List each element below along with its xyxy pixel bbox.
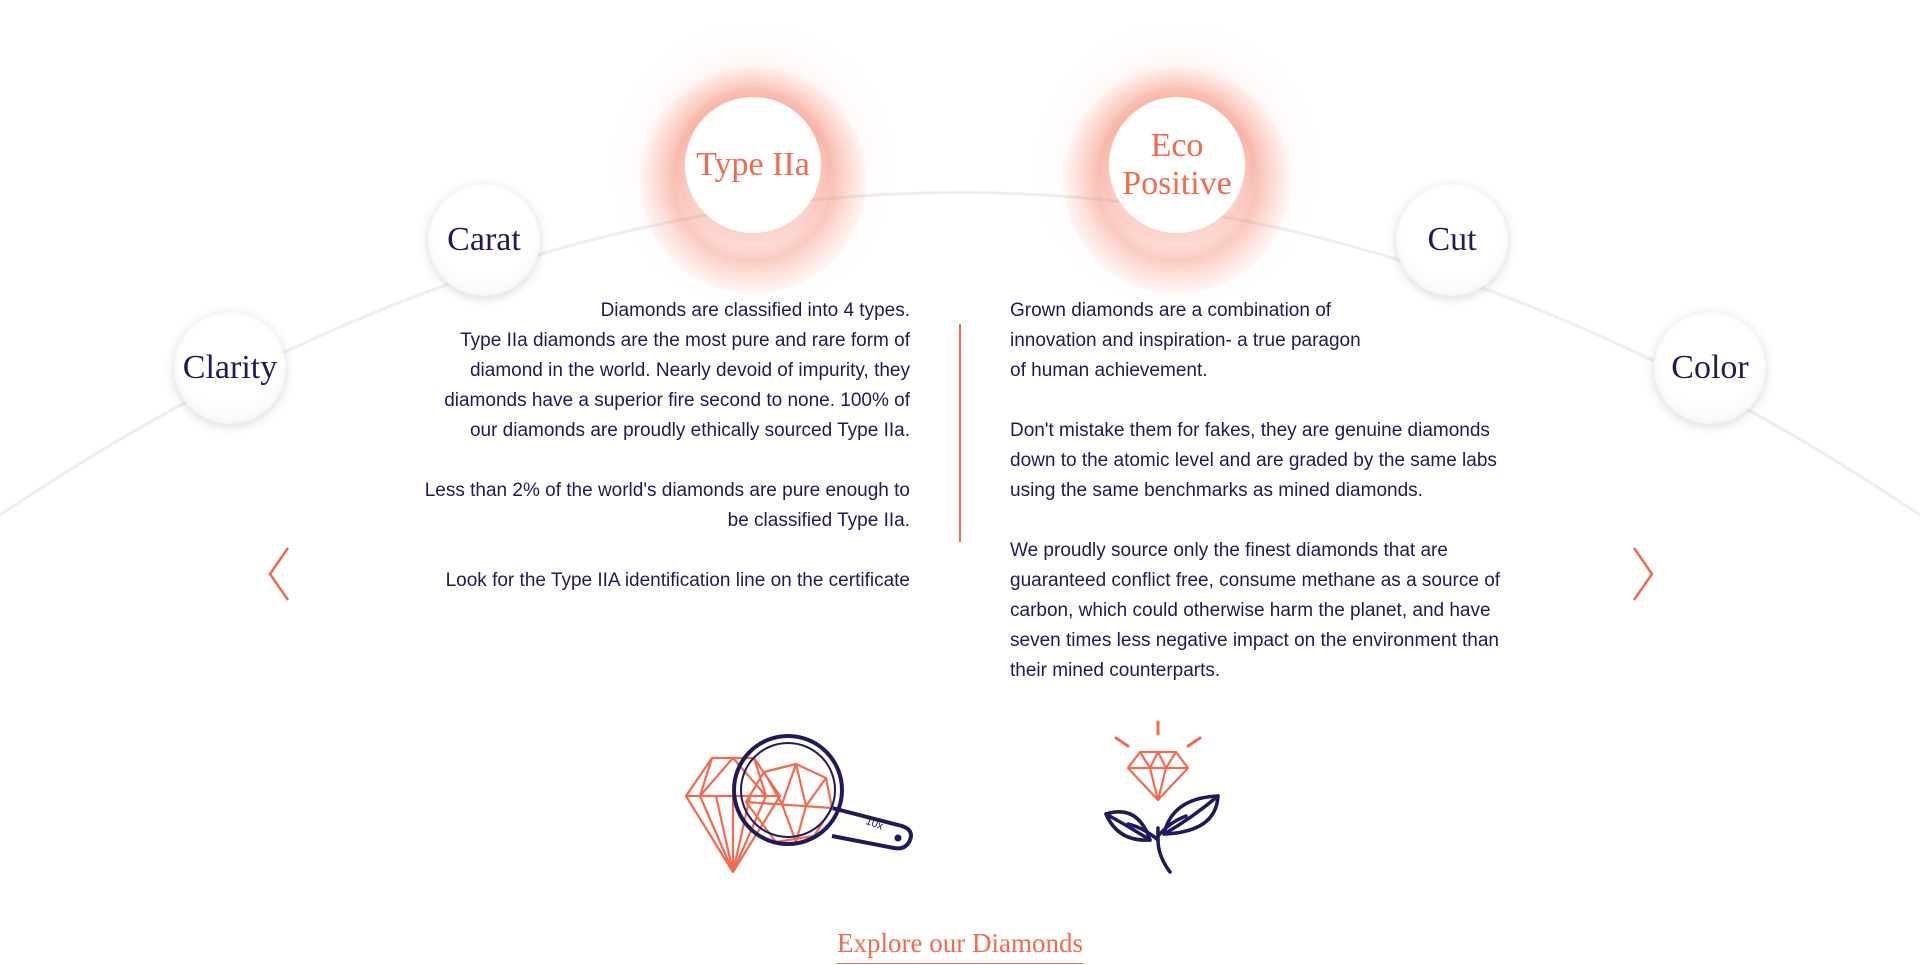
color-circle[interactable]: Color [1654,312,1766,424]
explore-link-container: Explore our Diamonds [0,928,1920,964]
eco-positive-description: Grown diamonds are a combination of inno… [1010,296,1530,716]
chevron-right-icon[interactable] [1620,544,1660,604]
type-iia-circle[interactable]: Type IIa [685,97,821,233]
clarity-circle[interactable]: Clarity [174,312,286,424]
eco-positive-label-line2: Positive [1122,165,1232,202]
type-iia-description: Diamonds are classified into 4 types. Ty… [390,296,910,626]
type-iia-paragraph-3: Look for the Type IIA identification lin… [445,570,910,591]
color-label: Color [1671,349,1749,386]
cut-label: Cut [1427,221,1477,258]
explore-diamonds-link[interactable]: Explore our Diamonds [837,928,1083,964]
eco-positive-label-line1: Eco [1150,127,1204,164]
carat-label: Carat [447,221,521,258]
eco-paragraph-1: Grown diamonds are a combination of inno… [1010,300,1361,381]
eco-paragraph-2: Don't mistake them for fakes, they are g… [1010,420,1497,501]
carat-circle[interactable]: Carat [428,184,540,296]
cut-circle[interactable]: Cut [1396,184,1508,296]
type-iia-paragraph-1: Diamonds are classified into 4 types. Ty… [444,300,910,441]
chevron-left-icon[interactable] [262,544,302,604]
type-iia-paragraph-2: Less than 2% of the world's diamonds are… [424,480,910,531]
diamond-plant-icon [1104,720,1220,874]
eco-positive-circle[interactable]: Eco Positive [1109,97,1245,233]
loupe-magnification-label: 10x [864,815,885,833]
center-divider [959,324,961,542]
clarity-label: Clarity [182,349,278,386]
diamond-loupe-icon: 10x [684,734,913,874]
type-iia-label: Type IIa [696,146,810,183]
eco-paragraph-3: We proudly source only the finest diamon… [1010,540,1501,681]
